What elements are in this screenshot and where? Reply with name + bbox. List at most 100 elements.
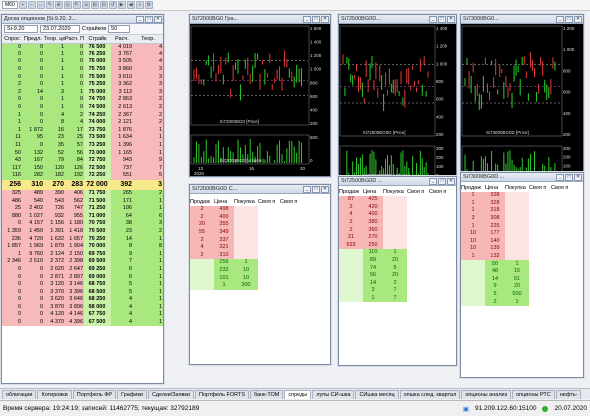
option-row[interactable]: 11 872 16 17 73 750 1 876 1 (2, 126, 163, 135)
bid-row[interactable]: 1 300 (190, 281, 330, 290)
bid-row[interactable]: 5 500 (461, 290, 583, 299)
toolbar-tool-icon[interactable]: ✎ (45, 1, 54, 9)
ask-row[interactable]: 2 310 (190, 251, 330, 260)
toolbar-tool-icon[interactable]: − (27, 1, 36, 9)
orderbook-col-header[interactable]: Своя п (551, 184, 583, 192)
ask-row[interactable]: 10 140 (461, 237, 583, 246)
col-theor[interactable]: Теор. цена (44, 35, 65, 44)
orderbook-col-header[interactable]: Продаж (339, 188, 363, 196)
toolbar-tool-icon[interactable]: ⊞ (90, 1, 99, 9)
option-row[interactable]: 116 282 182 192 72 250 551 5 (2, 172, 163, 180)
option-row[interactable]: 0 0 1 0 76 500 4 019 4 (2, 43, 163, 51)
ask-row[interactable]: 10 177 (461, 229, 583, 238)
workspace-tab[interactable]: Графики (117, 390, 147, 399)
col-theor-put[interactable]: Теор. (133, 35, 163, 44)
ask-row[interactable]: 20 355 (190, 221, 330, 229)
option-row[interactable]: 003 620 3 646 68 250 4 1 (2, 296, 163, 304)
option-row[interactable]: 2 0 1 0 75 250 3 362 3 (2, 80, 163, 89)
close-icon[interactable]: ✕ (574, 173, 582, 181)
bid-row[interactable]: 74 5 (339, 264, 456, 272)
chart-3-canvas[interactable]: 1 2001 0008006004002003002001000Si73000B… (461, 24, 583, 190)
close-icon[interactable]: ✕ (321, 15, 329, 23)
option-row[interactable]: 04 157 1 156 1 180 70 750 38 3 (2, 220, 163, 228)
option-row[interactable]: 0 0 1 0 76 000 3 505 4 (2, 58, 163, 66)
option-row[interactable]: 002 620 2 647 69 250 6 1 (2, 265, 163, 274)
chart-2-canvas[interactable]: 1 4001 2001 0008006004002003002001000Si7… (339, 24, 456, 191)
bid-row[interactable]: 50 1 (461, 260, 583, 268)
option-row[interactable]: 256 310 270 283 72 000 392 3 (2, 179, 163, 190)
minimize-icon[interactable]: _ (556, 173, 564, 181)
option-row[interactable]: 002 871 2 897 69 000 6 1 (2, 273, 163, 281)
close-icon[interactable]: ✕ (154, 15, 162, 23)
toolbar-tool-icon[interactable]: ⊟ (99, 1, 108, 9)
orderbook-col-header[interactable]: Своя п (258, 198, 280, 206)
strikes-select[interactable]: 50 (108, 25, 131, 33)
close-icon[interactable]: ✕ (447, 177, 455, 185)
toolbar-tool-icon[interactable]: ⇲ (81, 1, 90, 9)
workspace-tab[interactable]: лупы СИ-шка (312, 390, 355, 399)
option-row[interactable]: 11 0 35 57 73 250 1 396 1 (2, 141, 163, 150)
ask-row[interactable]: 3 308 (461, 214, 583, 223)
col-calc-put[interactable]: Расч. (111, 35, 133, 44)
toolbar-tool-icon[interactable]: ↺ (108, 1, 117, 9)
col-strike[interactable]: Страйк (84, 35, 111, 44)
orderbook-col-header[interactable]: Продаж (461, 184, 485, 192)
minimize-icon[interactable]: _ (303, 15, 311, 23)
bid-row[interactable]: 14 51 (461, 275, 583, 284)
option-row[interactable]: 0 0 1 0 74 500 2 613 2 (2, 103, 163, 112)
option-row[interactable]: 2 14 3 1 75 000 3 113 3 (2, 88, 163, 97)
toolbar-tool-icon[interactable]: + (18, 1, 27, 9)
option-row[interactable]: 0 0 1 0 74 750 2 863 2 (2, 96, 163, 104)
ask-row[interactable]: 1 225 (461, 222, 583, 230)
toolbar-tool-icon[interactable]: ⊕ (54, 1, 63, 9)
option-row[interactable]: 004 120 4 146 67 750 4 1 (2, 311, 163, 319)
toolbar-tool-icon[interactable]: ⚙ (144, 1, 153, 9)
date-field[interactable]: 23.07.2020 (40, 25, 80, 33)
workspace-tab[interactable]: опционы анализ (461, 390, 512, 399)
ask-row[interactable]: 4 400 (339, 211, 456, 219)
orderbook-1-titlebar[interactable]: Si72000BG0D С... _ □ ✕ (190, 185, 330, 194)
orderbook-col-header[interactable]: Покупка (383, 188, 407, 196)
option-row[interactable]: 1 0 4 2 74 250 2 367 2 (2, 111, 163, 119)
workspace-tab[interactable]: Котировки (37, 390, 72, 399)
minimize-icon[interactable]: _ (429, 15, 437, 23)
ask-row[interactable]: 1 328 (461, 199, 583, 208)
ask-row[interactable]: 1 338 (461, 192, 583, 200)
workspace-tab[interactable]: опционы РТС (512, 390, 555, 399)
option-row[interactable]: 003 120 3 146 68 750 5 1 (2, 280, 163, 289)
ask-row[interactable]: 1 132 (461, 252, 583, 261)
bid-row[interactable]: 101 10 (190, 274, 330, 282)
close-icon[interactable]: ✕ (574, 15, 582, 23)
toolbar-tool-icon[interactable]: ▶ (117, 1, 126, 9)
option-row[interactable]: 003 370 3 396 68 500 5 1 (2, 288, 163, 296)
option-row[interactable]: 19 760 2 124 2 150 69 750 9 1 (2, 250, 163, 259)
option-row[interactable]: 0 0 1 0 75 750 3 860 3 (2, 65, 163, 74)
option-row[interactable]: 004 370 4 396 67 500 4 1 (2, 318, 163, 327)
options-board-titlebar[interactable]: Доска опционов [Si-9.20, 2... _ □ ✕ (2, 15, 163, 24)
orderbook-2-titlebar[interactable]: Si72500BG0D ... _ □ ✕ (339, 177, 456, 186)
option-row[interactable]: 2 346 2 510 2 372 2 398 69 500 7 1 (2, 258, 163, 266)
toolbar-tool-icon[interactable]: ↔ (36, 1, 45, 9)
bid-row[interactable]: 21 (461, 298, 583, 306)
ask-row[interactable]: 21 270 (339, 233, 456, 242)
col-bid[interactable]: Спрос (2, 35, 22, 44)
chart-2-titlebar[interactable]: Si72500BG0D... _ □ ✕ (339, 15, 456, 24)
minimize-icon[interactable]: _ (136, 15, 144, 23)
option-row[interactable]: 486 540 543 562 71 500 171 1 (2, 197, 163, 205)
ask-row[interactable]: 87 425 (339, 196, 456, 204)
ask-row[interactable]: 55 349 (190, 228, 330, 237)
orderbook-col-header[interactable]: Покупка (505, 184, 529, 192)
orderbook-col-header[interactable]: Продаж (190, 198, 214, 206)
maximize-icon[interactable]: □ (565, 15, 573, 23)
chart-1-titlebar[interactable]: Si72000BG0 Гра... _ □ ✕ (190, 15, 330, 24)
bid-row[interactable]: 110 1 (339, 249, 456, 257)
maximize-icon[interactable]: □ (438, 15, 446, 23)
maximize-icon[interactable]: □ (565, 173, 573, 181)
orderbook-col-header[interactable]: Своя п (429, 188, 456, 196)
workspace-tab[interactable]: облигации (2, 390, 37, 399)
bid-row[interactable]: 37 (339, 287, 456, 295)
option-row[interactable]: 236 4 720 1 632 1 657 70 250 14 1 (2, 235, 163, 243)
close-icon[interactable]: ✕ (447, 15, 455, 23)
orderbook-col-header[interactable]: Цена (214, 198, 234, 206)
option-row[interactable]: 1 0 8 4 74 000 2 121 2 (2, 118, 163, 127)
